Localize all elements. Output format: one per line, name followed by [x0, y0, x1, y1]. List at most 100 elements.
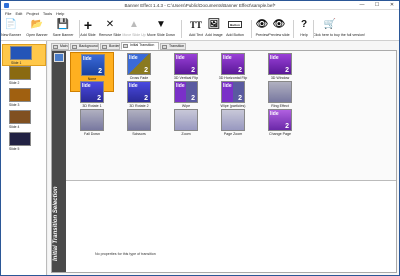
menu-item-project[interactable]: Project	[26, 10, 38, 17]
preview-slide-button[interactable]: 👁 Preview slide	[268, 18, 289, 40]
eye-icon: 👁	[272, 19, 286, 30]
toolbar-separator	[313, 20, 314, 38]
cart-icon: 🛒	[323, 19, 337, 30]
tab-icon	[102, 45, 107, 49]
save-banner-button[interactable]: 💾 Save Banner	[53, 18, 74, 40]
thumbnail-text: lide	[270, 55, 279, 61]
tab-initial-transition[interactable]: Initial Transition	[121, 42, 159, 50]
menu-item-help[interactable]: Help	[56, 10, 64, 17]
thumbnail-number: 2	[191, 67, 195, 74]
new-banner-icon: 📄	[4, 19, 18, 30]
toolbar: 📄 New Banner 📂 Open Banner 💾 Save Banner + Add …	[1, 17, 399, 41]
add-button-button[interactable]: Button Add Button	[226, 18, 244, 40]
slide-label: Slide 2	[9, 80, 20, 85]
window-title: Banner Effect 1.4.3 - C:\Users\Public\Do…	[124, 3, 276, 8]
menu-item-file[interactable]: File	[5, 10, 11, 17]
transition-scissors[interactable]: Scissors	[117, 108, 161, 148]
thumbnail-text: lide	[82, 83, 91, 89]
tab-transition[interactable]: Transition	[160, 43, 186, 50]
maximize-button[interactable]: ☐	[370, 1, 384, 10]
tab-strip: Main Background Border Initial Transition Tr…	[51, 42, 391, 50]
toolbar-label: Help	[300, 33, 308, 37]
title-bar: Banner Effect 1.4.3 - C:\Users\Public\Do…	[1, 1, 399, 10]
remove-slide-button[interactable]: ✕ Remove Slide	[99, 18, 121, 40]
tab-label: Initial Transition	[130, 43, 155, 47]
close-icon: ✕	[105, 19, 115, 30]
transition-zoom[interactable]: Zoom	[164, 108, 208, 148]
slide-item-3[interactable]: Slide 3	[9, 88, 35, 108]
tab-icon	[72, 45, 77, 49]
slide-item-2[interactable]: Slide 2	[9, 66, 35, 86]
slide-thumbnail	[9, 132, 31, 146]
add-text-button[interactable]: TT Add Text	[189, 18, 203, 40]
transition-change-page[interactable]: lide 2 Change Page	[258, 108, 302, 148]
move-slide-up-button[interactable]: ▲ Move Slide Up	[122, 18, 145, 40]
text-icon: TT	[190, 20, 203, 30]
tab-border[interactable]: Border	[100, 43, 120, 50]
toolbar-label: Remove Slide	[98, 33, 122, 37]
image-icon: 🖼	[207, 19, 221, 30]
add-slide-button[interactable]: + Add Slide	[80, 18, 95, 40]
tab-label: Background	[79, 44, 98, 48]
transition-thumbnail: lide 2	[81, 54, 105, 76]
toolbar-label: Preview slide	[268, 33, 290, 37]
question-icon: ?	[300, 19, 308, 30]
section-title: Initial Transition Selection	[53, 186, 59, 261]
transition-thumbnail: lide 2	[174, 81, 198, 103]
toolbar-label: Move Slide Up	[122, 33, 146, 37]
slide-item-4[interactable]: Slide 4	[9, 110, 35, 130]
transition-thumbnail: lide 2	[268, 109, 292, 131]
transition-gallery: lide 2 None lide 2 Cross Fade lide 2 3D Vertical…	[66, 51, 396, 181]
new-banner-button[interactable]: 📄 New Banner	[1, 18, 21, 40]
thumbnail-text: lide	[129, 55, 138, 61]
slide-thumbnail	[9, 88, 31, 102]
thumbnail-text: lide	[83, 56, 92, 62]
move-slide-down-button[interactable]: ▼ Move Slide Down	[147, 18, 175, 40]
slide-list: Slide 1 Slide 2 Slide 3 Slide 4 Slide 5	[1, 41, 47, 275]
toolbar-label: Save Banner	[52, 33, 74, 37]
tab-label: Main	[60, 44, 68, 48]
transition-thumbnail	[268, 81, 292, 103]
thumbnail-text: lide	[223, 55, 232, 61]
slide-item-5[interactable]: Slide 5	[9, 132, 35, 152]
minimize-button[interactable]: —	[355, 1, 369, 10]
menu-item-tools[interactable]: Tools	[43, 10, 52, 17]
transition-thumbnail: lide 2	[127, 53, 151, 75]
transition-page-zoom[interactable]: Page Zoom	[211, 108, 255, 148]
tab-main[interactable]: Main	[51, 43, 69, 50]
open-banner-button[interactable]: 📂 Open Banner	[26, 18, 47, 40]
editor-pane: Main Background Border Initial Transition Tr…	[48, 41, 399, 275]
help-button[interactable]: ? Help	[297, 18, 311, 40]
menu-item-edit[interactable]: Edit	[15, 10, 22, 17]
add-image-button[interactable]: 🖼 Add Image	[205, 18, 222, 40]
transition-thumbnail: lide 2	[80, 81, 104, 103]
toolbar-label: Add Button	[226, 33, 244, 37]
transition-properties: No properties for this type of transitio…	[66, 182, 396, 272]
slide-label: Slide 5	[9, 146, 20, 151]
thumbnail-text: lide	[270, 111, 279, 117]
slide-label: Slide 4	[9, 124, 20, 129]
transition-fall-down[interactable]: Fall Down	[70, 108, 114, 148]
transition-thumbnail	[80, 109, 104, 131]
click-here-to-buy-the-full-version-button[interactable]: 🛒 Click here to buy the full version!	[313, 18, 365, 40]
menu-bar: File Edit Project Tools Help	[1, 10, 399, 17]
toolbar-label: Open Banner	[26, 33, 48, 37]
properties-message: No properties for this type of transitio…	[95, 252, 156, 256]
transition-thumbnail: lide 2	[268, 53, 292, 75]
app-window: Banner Effect 1.4.3 - C:\Users\Public\Do…	[0, 0, 400, 276]
slide-label: Slide 3	[9, 102, 20, 107]
tab-label: Border	[109, 44, 120, 48]
open-folder-icon: 📂	[30, 19, 44, 30]
transition-panel: Initial Transition Selection lide 2 None li…	[51, 50, 397, 273]
tab-icon	[162, 45, 167, 49]
close-window-button[interactable]: ✕	[385, 1, 399, 10]
transition-thumbnail	[221, 109, 245, 131]
slide-thumbnail	[10, 46, 32, 60]
transition-thumbnail: lide 2	[221, 81, 245, 103]
slide-thumbnail	[9, 66, 31, 80]
toolbar-label: Click here to buy the full version!	[313, 33, 365, 37]
eye-icon: 👁	[255, 19, 269, 30]
slide-item-1[interactable]: Slide 1	[2, 44, 46, 66]
tab-icon	[53, 45, 58, 49]
tab-background[interactable]: Background	[70, 43, 99, 50]
